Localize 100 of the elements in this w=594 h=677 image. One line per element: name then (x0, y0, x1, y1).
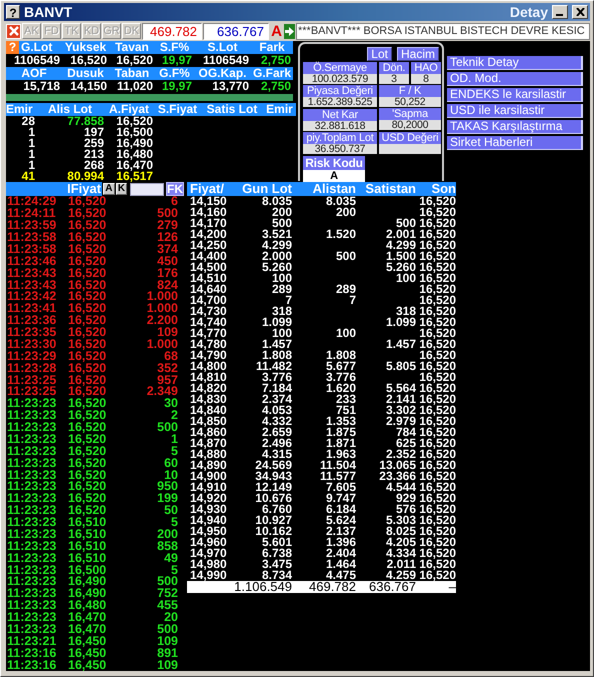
trade-lot: 30 (163, 398, 178, 410)
menu-button[interactable]: Teknik Detay (447, 56, 583, 70)
trade-price: 16,520 (68, 458, 108, 469)
trade-price: 16,520 (68, 315, 108, 326)
trade-lot: 20 (164, 612, 178, 624)
stat-label: USD Değeri (379, 132, 441, 144)
price-cell-text: 14,860 (189, 427, 228, 438)
price-cell-text: 14,940 (189, 515, 228, 526)
price-cell-text: 14,640 (189, 284, 228, 295)
trade-price: 16,520 (68, 280, 108, 291)
trade-price: 16,520 (68, 410, 108, 422)
trade-time: 11:23:35 (6, 327, 58, 338)
bid-lot: 259 (82, 138, 105, 149)
ask-cell-text: 625 (396, 438, 416, 449)
volume-cell-text: 24.569 (254, 460, 292, 471)
filter-button[interactable]: A (103, 183, 115, 195)
stat-value: 50,252 (379, 97, 441, 107)
trade-price: 16,520 (68, 268, 108, 279)
last-price-cell-text: 16,520 (418, 207, 456, 218)
volume-cell-text: 5.260 (260, 262, 292, 273)
mode-label: A (270, 22, 283, 40)
ask-cell-text: 2.011 (386, 559, 416, 570)
close-icon[interactable] (6, 24, 21, 38)
tab[interactable]: Hacim (396, 47, 439, 61)
fk-button[interactable]: FK (166, 182, 184, 196)
input-field[interactable] (130, 182, 164, 196)
trade-lot: 68 (163, 350, 178, 362)
menu-button[interactable]: Sirket Haberleri (447, 136, 583, 150)
ask-cell-text: 4.334 (384, 548, 416, 559)
trade-lot: 950 (156, 481, 178, 492)
minimize-button[interactable] (552, 5, 568, 19)
trade-time: 11:23:21 (6, 636, 58, 647)
trade-price: 16,520 (68, 220, 108, 232)
trade-time: 11:23:59 (6, 220, 58, 232)
trade-lot: 2 (171, 410, 178, 422)
last-price-cell-text: 16,520 (418, 537, 456, 548)
ask-cell-text: 784 (396, 427, 416, 438)
menu-button[interactable]: TAKAS Karşılaştırma (447, 120, 583, 134)
bid-price: 16,517 (115, 171, 154, 182)
price-cell-text: 14,990 (189, 570, 228, 581)
trade-time: 11:23:23 (6, 458, 58, 469)
trade-time: 11:23:58 (6, 232, 58, 244)
order-count: 1 (28, 127, 36, 138)
price-cell-text: 14,800 (189, 361, 228, 372)
ask-cell-text: 5.260 (384, 262, 416, 273)
trade-time: 11:23:23 (6, 540, 58, 552)
bid-cell-text: 3.776 (324, 372, 356, 383)
trade-lot: 1.000 (146, 338, 178, 350)
menu-button[interactable]: OD. Mod. (447, 72, 583, 86)
stat-label: HAO (411, 62, 441, 74)
arrow-right-icon[interactable] (284, 24, 295, 38)
last-price-cell-text: 16,520 (418, 460, 456, 471)
help-button[interactable]: ? (6, 5, 20, 19)
volume-cell-text: 100 (272, 328, 292, 339)
trade-time: 11:23:23 (6, 446, 58, 457)
ask-cell-text: 3.302 (384, 405, 416, 416)
price-cell-text: 14,730 (189, 306, 228, 317)
stat-value: 1.652.389.525 (303, 97, 377, 107)
close-button[interactable] (572, 5, 588, 19)
volume-cell-text: 100 (272, 273, 292, 284)
trade-time: 11:23:23 (6, 517, 58, 528)
volume-cell-text: 289 (270, 284, 292, 295)
trade-time: 11:23:23 (6, 564, 58, 576)
trade-time: 11:23:23 (6, 481, 58, 492)
column-header: S.Lot (206, 41, 238, 54)
last-price-cell-text: 16,520 (418, 196, 456, 207)
last-price-cell-text: 16,520 (418, 394, 456, 405)
trade-time: 11:23:23 (6, 600, 58, 612)
trade-price: 16,490 (68, 576, 108, 588)
last-price-cell-text: 16,520 (418, 229, 456, 240)
trade-time: 11:23:23 (6, 552, 58, 564)
stat-value: 80,2000 (379, 120, 441, 130)
last-price-cell-text: 16,520 (418, 339, 456, 350)
trade-price: 16,470 (68, 612, 108, 624)
trade-lot: 2.349 (146, 386, 178, 398)
menu-button[interactable]: USD ile karsilastir (447, 104, 583, 118)
last-price-cell-text: 16,520 (418, 251, 456, 262)
ask-cell-text: 929 (396, 493, 416, 504)
ask-cell-text: 4.259 (386, 570, 416, 581)
trade-lot: 176 (156, 268, 178, 279)
last-price-cell-text: 16,520 (418, 273, 456, 284)
tab[interactable]: Lot (367, 47, 392, 61)
price-cell-text: 14,900 (189, 471, 228, 482)
column-header: Satis Lot (206, 103, 258, 116)
stat-label: 'Sapma (379, 108, 441, 120)
price-cell-text: 14,500 (189, 262, 228, 273)
trade-price: 16,520 (68, 256, 108, 267)
help-button[interactable]: ? (6, 41, 19, 54)
price-cell-text: 14,840 (189, 405, 228, 416)
trade-time: 11:23:23 (6, 410, 58, 422)
price-cell-text: 14,910 (189, 482, 228, 493)
bid-cell-text: 5.677 (324, 361, 356, 372)
ask-cell-text: 2.352 (386, 449, 416, 460)
trade-lot: 109 (156, 660, 178, 671)
menu-button[interactable]: ENDEKS le karsilastir (447, 88, 583, 102)
ask-cell-text: 4.299 (384, 240, 416, 251)
filter-button[interactable]: K (116, 183, 128, 195)
ask-cell-text: 23.366 (378, 471, 416, 482)
trade-time: 11:23:29 (6, 350, 58, 362)
trade-time: 11:23:23 (6, 434, 58, 445)
